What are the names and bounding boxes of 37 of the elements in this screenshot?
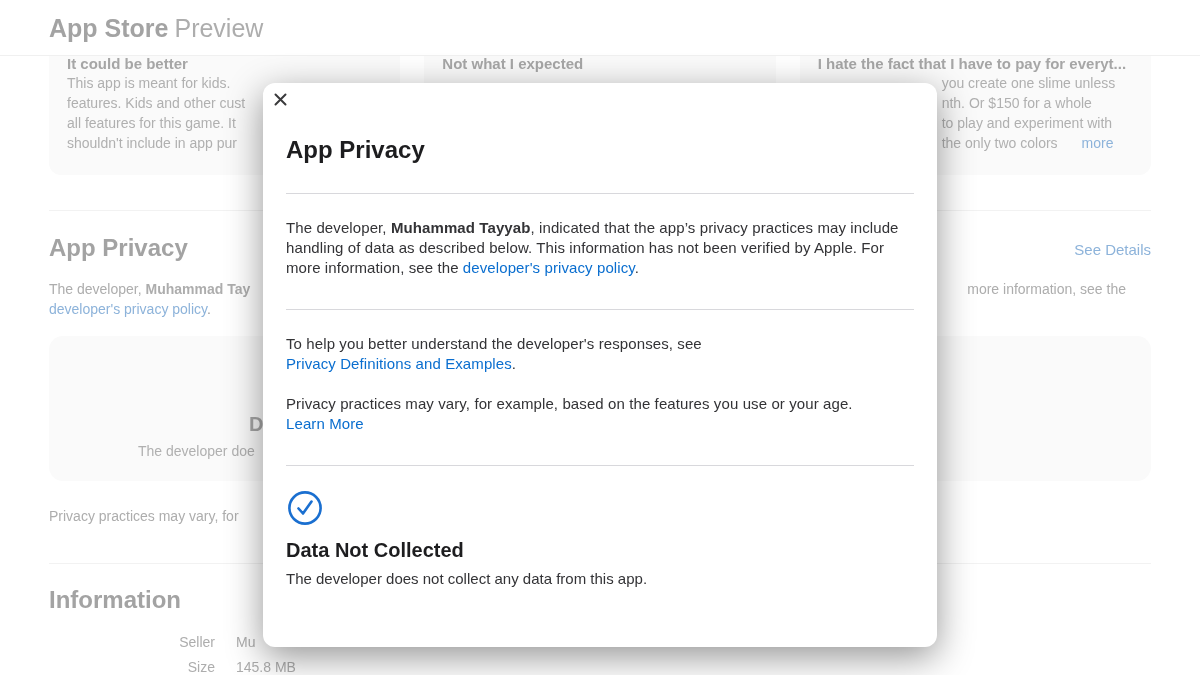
info-value: 145.8 MB bbox=[236, 658, 296, 675]
privacy-text: The developer, Muhammad Tay bbox=[49, 280, 251, 299]
dialog-title: App Privacy bbox=[286, 135, 425, 165]
info-label: Seller bbox=[179, 633, 215, 651]
section-heading: Information bbox=[49, 585, 181, 615]
privacy-note: Privacy practices may vary, for bbox=[49, 507, 239, 526]
info-label: Size bbox=[187, 658, 215, 675]
review-title: It could be better bbox=[67, 56, 188, 72]
store-title: App Store bbox=[49, 12, 169, 43]
result-title: Data Not Collected bbox=[286, 538, 464, 562]
review-text: to play and experiment with bbox=[941, 114, 1113, 133]
review-title: I hate the fact that I have to pay for everyt... bbox=[817, 56, 1127, 72]
dialog-paragraph: To help you better understand the developer's responses, see Privacy Definitions and Examples. bbox=[286, 334, 703, 374]
review-text: you create one slime unless bbox=[941, 74, 1116, 93]
text-link[interactable]: Privacy Definitions and Examples bbox=[286, 355, 512, 372]
review-text: shouldn't include in app pur bbox=[67, 134, 238, 153]
dialog-paragraph: The developer, Muhammad Tayyab, indicated that the app’s privacy practices may include handling of data as described below. This information has not been verified by Apple. For more information, see the developer's privacy policy. bbox=[286, 218, 900, 278]
text-link[interactable]: Learn More bbox=[286, 415, 364, 432]
check-circle-icon bbox=[288, 491, 322, 525]
store-subtitle: Preview bbox=[174, 12, 264, 43]
card-text: The developer doe bbox=[138, 442, 255, 461]
privacy-text: more information, see the bbox=[967, 280, 1126, 299]
text-link[interactable]: developer's privacy policy bbox=[462, 259, 635, 276]
section-heading: App Privacy bbox=[49, 233, 188, 263]
close-button[interactable] bbox=[274, 93, 287, 106]
close-icon bbox=[274, 93, 287, 106]
review-text: all features for this game. It bbox=[67, 114, 236, 133]
privacy-text: developer's privacy policy. bbox=[49, 300, 211, 319]
info-value: Mu bbox=[236, 633, 256, 651]
review-text: This app is meant for kids. bbox=[67, 74, 231, 93]
review-text: the only two colors bbox=[941, 134, 1058, 153]
review-text: nth. Or $150 for a whole bbox=[941, 94, 1092, 113]
review-text: features. Kids and other cust bbox=[67, 94, 246, 113]
card-title: D bbox=[249, 412, 264, 436]
dialog-paragraph: Privacy practices may vary, for example, based on the features you use or your age. Learn More bbox=[286, 394, 854, 434]
review-title: Not what I expected bbox=[442, 56, 584, 72]
result-text: The developer does not collect any data from this app. bbox=[286, 569, 648, 589]
